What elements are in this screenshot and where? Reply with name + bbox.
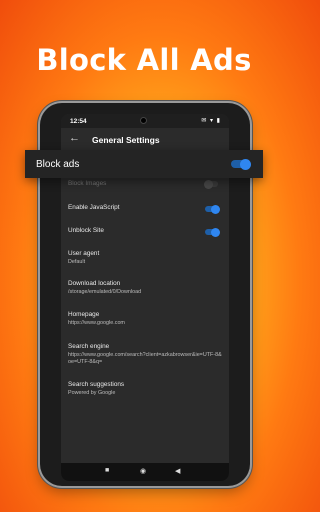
setting-download-location[interactable]: Download location /storage/emulated/0/Do… [68, 280, 228, 296]
toggle-knob [204, 179, 213, 189]
toggle-knob [211, 227, 220, 237]
setting-unblock-site[interactable]: Unblock Site [68, 227, 228, 234]
recents-icon[interactable]: ■ [105, 467, 109, 474]
setting-title: Unblock Site [68, 227, 104, 234]
setting-value: /storage/emulated/0/Download [68, 289, 142, 295]
signal-icon: ✉ ▾ ▮ [201, 118, 221, 124]
status-bar: 12:54 ✉ ▾ ▮ [61, 114, 229, 128]
toolbar: ← General Settings [61, 128, 229, 152]
unblock-site-toggle[interactable] [205, 227, 220, 237]
setting-title: Search engine [68, 343, 110, 350]
block-images-toggle[interactable] [204, 179, 218, 189]
setting-title: Homepage [68, 311, 100, 318]
camera-icon [140, 117, 147, 124]
setting-search-suggestions[interactable]: Search suggestions Powered by Google [68, 381, 228, 397]
setting-user-agent[interactable]: User agent Default [68, 250, 228, 266]
toggle-knob [240, 158, 251, 170]
toggle-knob [211, 204, 220, 214]
page-title: General Settings [92, 135, 160, 145]
setting-value: https://www.google.com [68, 320, 125, 326]
setting-enable-javascript[interactable]: Enable JavaScript [68, 204, 228, 211]
setting-homepage[interactable]: Homepage https://www.google.com [68, 311, 228, 327]
home-icon[interactable]: ◉ [140, 467, 146, 475]
navigation-bar: ■ ◉ ◀ [61, 463, 229, 481]
setting-title: Search suggestions [68, 381, 125, 388]
setting-value: Default [68, 259, 86, 265]
setting-title: Enable JavaScript [68, 204, 120, 211]
setting-value: Powered by Google [68, 390, 116, 396]
enable-javascript-toggle[interactable] [205, 204, 220, 214]
setting-value: https://www.google.com/search?client=azk… [68, 352, 222, 365]
status-time: 12:54 [70, 118, 87, 125]
back-arrow-icon[interactable]: ← [69, 132, 80, 144]
block-ads-callout[interactable]: Block ads [25, 150, 263, 178]
block-ads-toggle[interactable] [231, 158, 251, 170]
headline: Block All Ads [36, 43, 252, 77]
setting-title: User agent [68, 250, 100, 257]
back-nav-icon[interactable]: ◀ [175, 467, 180, 475]
setting-title: Download location [68, 280, 121, 287]
setting-search-engine[interactable]: Search engine https://www.google.com/sea… [68, 343, 224, 366]
block-ads-label: Block ads [36, 159, 80, 170]
